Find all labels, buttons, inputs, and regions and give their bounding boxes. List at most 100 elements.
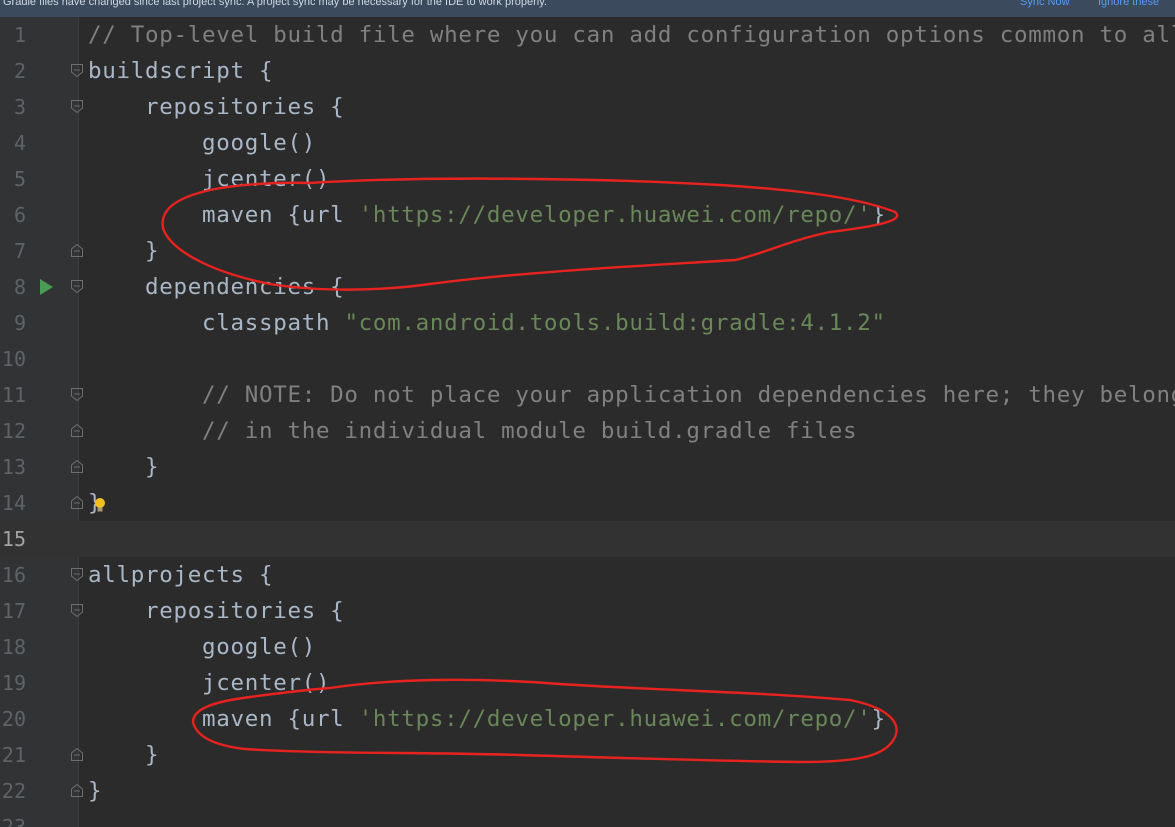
code-token: } bbox=[871, 202, 886, 228]
code-line[interactable]: 8 dependencies { bbox=[0, 269, 1175, 305]
code-line[interactable]: 10 bbox=[0, 341, 1175, 377]
fold-open-icon[interactable] bbox=[71, 280, 83, 293]
code-text: dependencies { bbox=[88, 269, 344, 305]
line-number: 12 bbox=[1, 419, 26, 443]
code-token: jcenter() bbox=[88, 166, 331, 192]
code-token: google() bbox=[88, 634, 316, 660]
code-token: google() bbox=[88, 130, 316, 156]
string-literal: 'https://developer.huawei.com/repo/' bbox=[358, 202, 872, 228]
line-number: 23 bbox=[1, 815, 26, 827]
fold-open-icon[interactable] bbox=[71, 604, 83, 617]
fold-open-icon[interactable] bbox=[71, 388, 83, 401]
sync-now-link[interactable]: Sync Now bbox=[1020, 0, 1070, 11]
code-line[interactable]: 23 bbox=[0, 809, 1175, 827]
line-number: 1 bbox=[13, 23, 26, 47]
code-line[interactable]: 13 } bbox=[0, 449, 1175, 485]
line-number: 6 bbox=[13, 203, 26, 227]
ignore-changes-link[interactable]: Ignore these bbox=[1098, 0, 1159, 11]
code-text: repositories { bbox=[88, 89, 344, 125]
code-token: } bbox=[88, 454, 160, 480]
fold-end-icon[interactable] bbox=[71, 784, 83, 797]
code-token: } bbox=[88, 742, 160, 768]
line-number: 19 bbox=[1, 671, 26, 695]
code-text: } bbox=[88, 449, 159, 485]
code-line[interactable]: 9 classpath "com.android.tools.build:gra… bbox=[0, 305, 1175, 341]
code-line[interactable]: 17 repositories { bbox=[0, 593, 1175, 629]
code-text: jcenter() bbox=[88, 161, 330, 197]
line-number: 21 bbox=[1, 743, 26, 767]
line-number: 10 bbox=[1, 347, 26, 371]
code-line[interactable]: 12 // in the individual module build.gra… bbox=[0, 413, 1175, 449]
lightbulb-icon[interactable] bbox=[93, 497, 107, 515]
code-text: maven {url 'https://developer.huawei.com… bbox=[88, 197, 886, 233]
code-text: google() bbox=[88, 629, 316, 665]
code-line[interactable]: 21 } bbox=[0, 737, 1175, 773]
code-comment: // Top-level build file where you can ad… bbox=[88, 22, 1175, 48]
code-text: buildscript { bbox=[88, 53, 273, 89]
code-editor[interactable]: 1 // Top-level build file where you can a… bbox=[0, 17, 1175, 827]
fold-open-icon[interactable] bbox=[71, 64, 83, 77]
run-gutter-icon[interactable] bbox=[39, 279, 53, 295]
line-number: 17 bbox=[1, 599, 26, 623]
line-number: 18 bbox=[1, 635, 26, 659]
code-line[interactable]: 14} bbox=[0, 485, 1175, 521]
code-lines: 1 // Top-level build file where you can a… bbox=[0, 17, 1175, 827]
code-line[interactable]: 7 } bbox=[0, 233, 1175, 269]
code-text: repositories { bbox=[88, 593, 344, 629]
code-line[interactable]: 22} bbox=[0, 773, 1175, 809]
fold-open-icon[interactable] bbox=[71, 100, 83, 113]
line-number: 11 bbox=[1, 383, 26, 407]
code-text: // NOTE: Do not place your application d… bbox=[88, 377, 1175, 413]
code-text: jcenter() bbox=[88, 665, 330, 701]
line-number: 3 bbox=[13, 95, 26, 119]
code-text: } bbox=[88, 737, 159, 773]
gradle-sync-banner: Gradle files have changed since last pro… bbox=[0, 0, 1175, 17]
code-text: classpath "com.android.tools.build:gradl… bbox=[88, 305, 886, 341]
code-text: allprojects { bbox=[88, 557, 273, 593]
code-text: google() bbox=[88, 125, 316, 161]
code-token: buildscript { bbox=[88, 58, 274, 84]
line-number: 13 bbox=[1, 455, 26, 479]
code-line[interactable]: 18 google() bbox=[0, 629, 1175, 665]
line-number: 8 bbox=[13, 275, 26, 299]
code-token: dependencies { bbox=[88, 274, 345, 300]
line-number: 16 bbox=[1, 563, 26, 587]
fold-end-icon[interactable] bbox=[71, 424, 83, 437]
code-line[interactable]: 5 jcenter() bbox=[0, 161, 1175, 197]
line-number: 7 bbox=[13, 239, 26, 263]
line-number: 5 bbox=[13, 167, 26, 191]
code-line[interactable]: 16 allprojects { bbox=[0, 557, 1175, 593]
banner-message: Gradle files have changed since last pro… bbox=[3, 0, 547, 8]
line-number: 9 bbox=[13, 311, 26, 335]
code-token: classpath bbox=[88, 310, 345, 336]
code-line[interactable]: 20 maven {url 'https://developer.huawei.… bbox=[0, 701, 1175, 737]
code-token: repositories { bbox=[88, 94, 345, 120]
line-number: 22 bbox=[1, 779, 26, 803]
code-line[interactable]: 4 google() bbox=[0, 125, 1175, 161]
code-token: jcenter() bbox=[88, 670, 331, 696]
code-text: // Top-level build file where you can ad… bbox=[88, 17, 1175, 53]
code-line[interactable]: 2 buildscript { bbox=[0, 53, 1175, 89]
code-comment: // NOTE: Do not place your application d… bbox=[88, 382, 1175, 408]
code-line[interactable]: 11 // NOTE: Do not place your applicatio… bbox=[0, 377, 1175, 413]
fold-open-icon[interactable] bbox=[71, 568, 83, 581]
code-token: } bbox=[88, 238, 160, 264]
code-line[interactable]: 6 maven {url 'https://developer.huawei.c… bbox=[0, 197, 1175, 233]
code-line[interactable]: 3 repositories { bbox=[0, 89, 1175, 125]
code-line[interactable]: 1 // Top-level build file where you can a… bbox=[0, 17, 1175, 53]
fold-end-icon[interactable] bbox=[71, 748, 83, 761]
code-token: allprojects { bbox=[88, 562, 274, 588]
line-number: 2 bbox=[13, 59, 26, 83]
code-line[interactable]: 15 bbox=[0, 521, 1175, 557]
code-token: maven {url bbox=[88, 706, 359, 732]
string-literal: "com.android.tools.build:gradle:4.1.2" bbox=[344, 310, 886, 336]
line-number: 15 bbox=[1, 527, 26, 551]
fold-end-icon[interactable] bbox=[71, 496, 83, 509]
line-number: 20 bbox=[1, 707, 26, 731]
code-token: } bbox=[871, 706, 886, 732]
fold-end-icon[interactable] bbox=[71, 244, 83, 257]
fold-end-icon[interactable] bbox=[71, 460, 83, 473]
code-line[interactable]: 19 jcenter() bbox=[0, 665, 1175, 701]
code-text: } bbox=[88, 773, 102, 809]
code-token: } bbox=[88, 778, 103, 804]
